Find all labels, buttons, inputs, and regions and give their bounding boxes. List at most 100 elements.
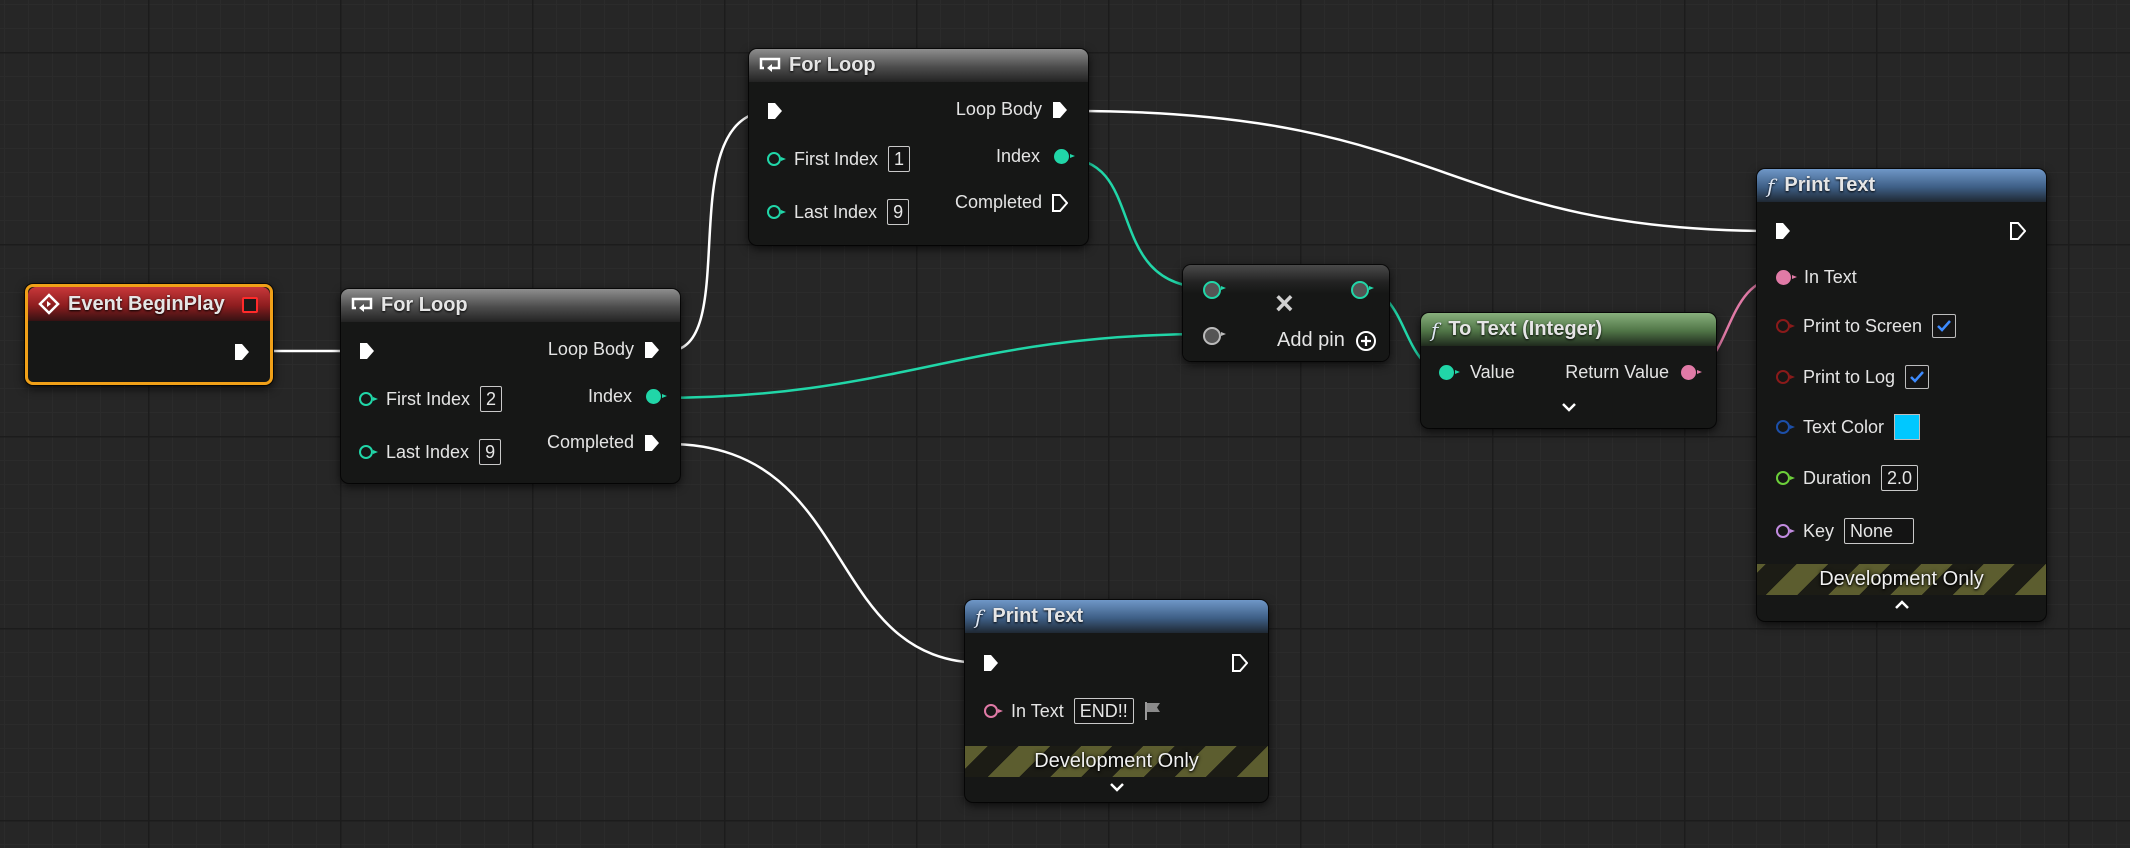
- checkmark-icon: [1910, 371, 1924, 383]
- exec-out-pin[interactable]: [644, 340, 660, 360]
- print-to-log-label: Print to Log: [1803, 366, 1896, 387]
- integer-in-pin-a[interactable]: [1203, 281, 1226, 299]
- exec-wire-inner-loopbody-to-print: [1074, 109, 1776, 233]
- float-pin-icon[interactable]: [1776, 471, 1795, 485]
- value-label: Value: [1470, 362, 1515, 382]
- collapse-chevron-icon[interactable]: [1757, 599, 2046, 611]
- loop-body-pin-row[interactable]: Loop Body: [956, 99, 1068, 120]
- for-loop-outer-header[interactable]: For Loop: [341, 289, 680, 322]
- return-value-pin-row[interactable]: Return Value: [1565, 362, 1702, 383]
- first-index-input[interactable]: 2: [480, 386, 503, 412]
- text-pin-icon[interactable]: [984, 704, 1003, 718]
- exec-out-pin[interactable]: [1232, 653, 1249, 678]
- exec-out-pin[interactable]: [1052, 100, 1068, 120]
- development-only-banner: Development Only: [1757, 564, 2046, 595]
- struct-pin-icon[interactable]: [1776, 420, 1795, 434]
- print-to-screen-checkbox[interactable]: [1932, 314, 1957, 338]
- exec-out-pin[interactable]: [644, 433, 660, 453]
- in-text-pin-row[interactable]: In Text: [1776, 267, 1857, 288]
- exec-out-pin[interactable]: [2010, 221, 2027, 246]
- return-value-label: Return Value: [1565, 362, 1669, 382]
- exec-in-pin[interactable]: [983, 653, 999, 678]
- in-text-input[interactable]: END!!: [1073, 698, 1134, 724]
- first-index-input[interactable]: 1: [888, 146, 911, 172]
- integer-pin-icon[interactable]: [767, 205, 786, 219]
- bool-pin-icon[interactable]: [1776, 370, 1795, 384]
- first-index-label: First Index: [794, 148, 879, 169]
- add-pin-row[interactable]: Add pin: [1277, 329, 1377, 352]
- completed-pin-row[interactable]: Completed: [955, 192, 1068, 213]
- index-pin-row[interactable]: Index: [995, 146, 1075, 167]
- function-icon: f: [1431, 317, 1439, 342]
- integer-in-pin-b[interactable]: [1203, 327, 1226, 345]
- index-pin-row[interactable]: Index: [588, 386, 667, 407]
- exec-in-pin[interactable]: [1775, 221, 1791, 246]
- index-label: Index: [995, 146, 1040, 166]
- last-index-pin-row[interactable]: Last Index 9: [359, 439, 502, 465]
- loop-body-label: Loop Body: [547, 339, 634, 359]
- exec-out-pin[interactable]: [1052, 193, 1068, 213]
- event-beginplay-header[interactable]: Event BeginPlay: [28, 287, 270, 321]
- expand-chevron-icon[interactable]: [1421, 401, 1716, 413]
- exec-in-pin[interactable]: [767, 101, 783, 126]
- integer-out-pin-icon[interactable]: [1054, 149, 1075, 164]
- last-index-label: Last Index: [386, 441, 470, 462]
- last-index-input[interactable]: 9: [479, 439, 502, 465]
- text-color-label: Text Color: [1803, 416, 1885, 437]
- for-loop-inner-header[interactable]: For Loop: [749, 49, 1088, 82]
- completed-pin-row[interactable]: Completed: [547, 432, 660, 453]
- duration-label: Duration: [1803, 467, 1872, 488]
- print-text-end-node[interactable]: f Print Text In Text END!! Development O…: [965, 600, 1268, 802]
- first-index-pin-row[interactable]: First Index 2: [359, 386, 503, 412]
- in-text-label: In Text: [1011, 700, 1064, 721]
- completed-label: Completed: [954, 192, 1042, 212]
- last-index-pin-row[interactable]: Last Index 9: [767, 199, 910, 225]
- print-text-end-header[interactable]: f Print Text: [965, 600, 1268, 633]
- integer-pin-icon[interactable]: [359, 445, 378, 459]
- in-text-label: In Text: [1804, 267, 1857, 287]
- loop-body-label: Loop Body: [955, 99, 1042, 119]
- print-to-screen-label: Print to Screen: [1803, 315, 1923, 336]
- integer-pin-icon[interactable]: [767, 152, 786, 166]
- event-beginplay-node[interactable]: Event BeginPlay: [25, 284, 273, 385]
- print-text-main-header[interactable]: f Print Text: [1757, 169, 2046, 202]
- last-index-label: Last Index: [794, 201, 878, 222]
- name-pin-icon[interactable]: [1776, 524, 1795, 538]
- delegate-pin-icon[interactable]: [242, 297, 258, 313]
- exec-in-pin[interactable]: [359, 341, 375, 366]
- key-input[interactable]: None: [1844, 518, 1915, 544]
- loop-body-pin-row[interactable]: Loop Body: [548, 339, 660, 360]
- integer-out-pin-icon[interactable]: [646, 389, 667, 404]
- development-only-banner: Development Only: [965, 746, 1268, 777]
- last-index-input[interactable]: 9: [887, 199, 910, 225]
- duration-input[interactable]: 2.0: [1881, 465, 1919, 491]
- integer-out-pin[interactable]: [1351, 281, 1374, 299]
- add-pin-icon[interactable]: [1355, 330, 1377, 352]
- print-to-log-row[interactable]: Print to Log: [1776, 365, 1930, 389]
- multiply-node[interactable]: × Add pin: [1183, 265, 1389, 361]
- to-text-integer-node[interactable]: f To Text (Integer) Value Return Value: [1421, 313, 1716, 428]
- expand-chevron-icon[interactable]: [965, 781, 1268, 793]
- print-to-log-checkbox[interactable]: [1905, 365, 1930, 389]
- text-in-pin-icon[interactable]: [1776, 270, 1797, 285]
- integer-pin-icon[interactable]: [359, 392, 378, 406]
- first-index-pin-row[interactable]: First Index 1: [767, 146, 911, 172]
- localization-flag-icon[interactable]: [1144, 701, 1162, 721]
- bool-pin-icon[interactable]: [1776, 319, 1795, 333]
- exec-out-pin[interactable]: [234, 342, 250, 367]
- print-text-main-node[interactable]: f Print Text In Text Print to Screen Pri…: [1757, 169, 2046, 621]
- print-text-end-title: Print Text: [992, 605, 1084, 627]
- print-to-screen-row[interactable]: Print to Screen: [1776, 314, 1957, 338]
- for-loop-inner-node[interactable]: For Loop Loop Body First Index 1 Index L…: [749, 49, 1088, 245]
- text-color-swatch[interactable]: [1894, 414, 1921, 440]
- key-row[interactable]: Key None: [1776, 518, 1915, 544]
- text-out-pin-icon[interactable]: [1681, 365, 1702, 380]
- in-text-pin-row[interactable]: In Text END!!: [984, 698, 1162, 724]
- value-pin-row[interactable]: Value: [1439, 362, 1515, 383]
- duration-row[interactable]: Duration 2.0: [1776, 465, 1919, 491]
- for-loop-outer-title: For Loop: [381, 294, 468, 316]
- integer-in-pin-icon[interactable]: [1439, 365, 1460, 380]
- to-text-header[interactable]: f To Text (Integer): [1421, 313, 1716, 346]
- text-color-row[interactable]: Text Color: [1776, 414, 1921, 440]
- for-loop-outer-node[interactable]: For Loop Loop Body First Index 2 Index L…: [341, 289, 680, 483]
